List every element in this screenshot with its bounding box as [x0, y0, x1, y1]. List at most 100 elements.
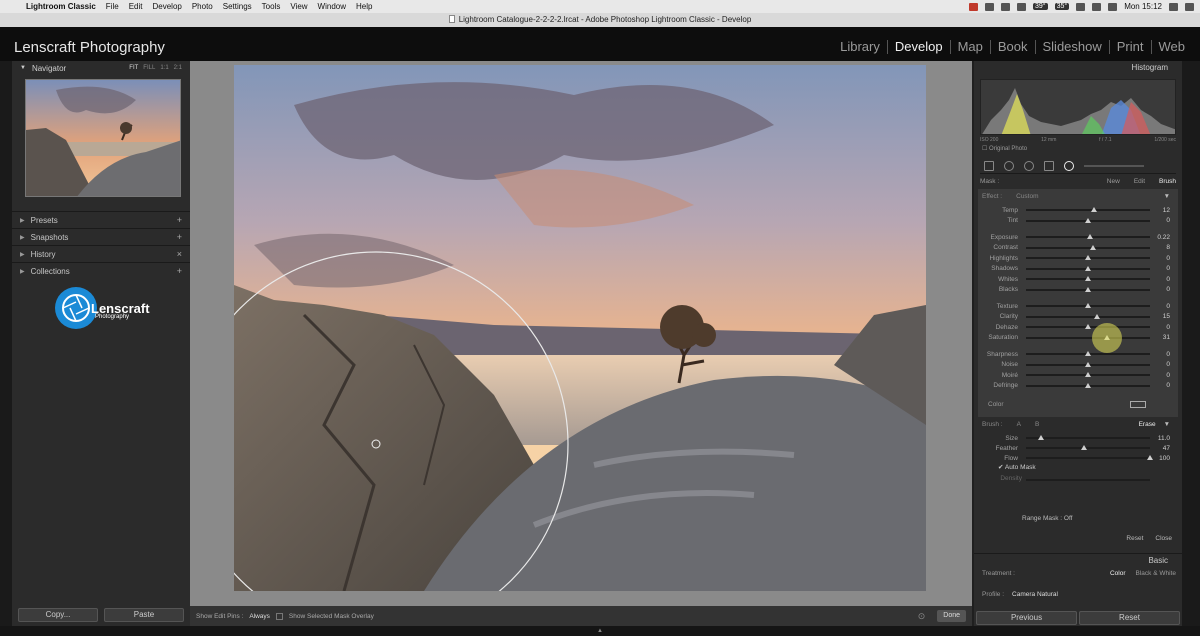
basic-panel-title[interactable]: Basic: [974, 553, 1182, 567]
expand-triangle-icon[interactable]: ▶: [20, 251, 25, 258]
treatment-bw-button[interactable]: Black & White: [1136, 570, 1176, 577]
spot-removal-icon[interactable]: [1004, 160, 1014, 171]
brush-erase-button[interactable]: Erase: [1139, 421, 1156, 428]
status-icon[interactable]: [1017, 2, 1026, 11]
slider-value[interactable]: 47: [1163, 445, 1170, 452]
paste-button[interactable]: Paste: [104, 608, 184, 622]
red-eye-icon[interactable]: [1024, 160, 1034, 171]
brush-tool-icon[interactable]: [1084, 164, 1144, 167]
slider-knob[interactable]: [1085, 276, 1091, 281]
slider-knob[interactable]: [1085, 286, 1091, 292]
add-icon[interactable]: +: [177, 266, 182, 276]
slider-sharpness[interactable]: Sharpness 0: [982, 349, 1170, 359]
disclosure-triangle-icon[interactable]: ▼: [1164, 193, 1170, 200]
slider-knob[interactable]: [1089, 244, 1096, 250]
slider-knob[interactable]: [1085, 372, 1091, 377]
navigator-header[interactable]: ▼ Navigator FIT FILL 1:1 2:1: [12, 61, 190, 75]
cloud-icon[interactable]: [985, 2, 994, 11]
brush-b-button[interactable]: B: [1035, 421, 1039, 428]
search-icon[interactable]: [1169, 2, 1178, 11]
slider-track[interactable]: [1026, 447, 1150, 449]
brush-a-button[interactable]: A: [1017, 421, 1021, 428]
left-panel-edge[interactable]: [0, 61, 12, 636]
clock[interactable]: Mon 15:12: [1124, 2, 1162, 11]
edit-pins-select[interactable]: Always: [249, 613, 270, 620]
slider-value[interactable]: 0: [1166, 286, 1170, 293]
menu-tools[interactable]: Tools: [262, 2, 281, 11]
wifi-icon[interactable]: [1076, 2, 1086, 11]
menu-app-name[interactable]: Lightroom Classic: [26, 2, 96, 11]
menu-file[interactable]: File: [106, 2, 119, 11]
slider-value[interactable]: 100: [1159, 455, 1170, 462]
slider-knob[interactable]: [1085, 382, 1091, 388]
radial-filter-icon[interactable]: [1064, 160, 1074, 171]
slider-value[interactable]: 0.22: [1157, 234, 1170, 241]
slider-track[interactable]: [1026, 437, 1150, 439]
slider-value[interactable]: 0: [1166, 351, 1170, 358]
slider-track[interactable]: [1026, 246, 1150, 249]
collapse-triangle-icon[interactable]: ▼: [20, 65, 26, 71]
slider-moir[interactable]: Moiré 0: [982, 370, 1170, 380]
clear-icon[interactable]: ×: [177, 249, 182, 259]
done-button[interactable]: Done: [937, 610, 966, 622]
list-icon[interactable]: [1185, 2, 1194, 11]
slider-knob[interactable]: [1085, 324, 1091, 329]
copy-button[interactable]: Copy...: [18, 608, 98, 622]
temperature-badge[interactable]: 39°: [1033, 3, 1048, 10]
slider-knob[interactable]: [1037, 435, 1044, 440]
image-canvas[interactable]: [190, 61, 972, 606]
volume-icon[interactable]: [1092, 2, 1102, 11]
slider-value[interactable]: 11.0: [1158, 435, 1170, 442]
expand-triangle-icon[interactable]: ▶: [20, 268, 25, 275]
slider-knob[interactable]: [1085, 265, 1091, 271]
slider-flow[interactable]: Flow 100: [982, 453, 1170, 463]
density-track[interactable]: [1026, 479, 1150, 481]
slider-texture[interactable]: Texture 0: [982, 301, 1170, 311]
expand-triangle-icon[interactable]: ▶: [20, 217, 25, 224]
slider-temp[interactable]: Temp 12: [982, 205, 1170, 215]
slider-knob[interactable]: [1093, 313, 1100, 319]
slider-dehaze[interactable]: Dehaze 0: [982, 322, 1170, 332]
zoom-1-1[interactable]: 1:1: [160, 65, 168, 71]
slider-track[interactable]: [1026, 457, 1150, 459]
histogram-title[interactable]: Histogram: [974, 61, 1182, 75]
slider-size[interactable]: Size 11.0: [982, 433, 1170, 443]
slider-shadows[interactable]: Shadows 0: [982, 264, 1170, 274]
panel-snapshots[interactable]: ▶ Snapshots +: [12, 228, 190, 245]
slider-value[interactable]: 0: [1166, 324, 1170, 331]
landscape-photo[interactable]: [234, 65, 926, 591]
slider-knob[interactable]: [1091, 207, 1098, 212]
slider-value[interactable]: 0: [1166, 217, 1170, 224]
module-develop[interactable]: Develop: [886, 40, 950, 54]
menu-view[interactable]: View: [290, 2, 307, 11]
range-mask[interactable]: Range Mask : Off: [1022, 515, 1072, 522]
slider-value[interactable]: 0: [1166, 276, 1170, 283]
slider-knob[interactable]: [1087, 234, 1094, 239]
slider-value[interactable]: 15: [1163, 313, 1170, 320]
menu-settings[interactable]: Settings: [223, 2, 252, 11]
module-map[interactable]: Map: [949, 40, 990, 54]
zoom-2-1[interactable]: 2:1: [174, 65, 182, 71]
slider-whites[interactable]: Whites 0: [982, 274, 1170, 284]
slider-value[interactable]: 0: [1166, 255, 1170, 262]
module-print[interactable]: Print: [1108, 40, 1151, 54]
panel-collections[interactable]: ▶ Collections +: [12, 262, 190, 279]
mask-edit-button[interactable]: Edit: [1134, 178, 1145, 185]
status-icon[interactable]: [1001, 2, 1010, 11]
slider-value[interactable]: 0: [1166, 372, 1170, 379]
menu-help[interactable]: Help: [356, 2, 372, 11]
temperature-badge[interactable]: 35°: [1054, 3, 1070, 10]
slider-tint[interactable]: Tint 0: [982, 216, 1170, 226]
original-photo[interactable]: ☐ Original Photo: [982, 145, 1174, 152]
module-book[interactable]: Book: [989, 40, 1035, 54]
disclosure-triangle-icon[interactable]: ▼: [1164, 421, 1170, 428]
previous-button[interactable]: Previous: [976, 611, 1077, 625]
slider-value[interactable]: 12: [1163, 207, 1170, 214]
slider-feather[interactable]: Feather 47: [982, 443, 1170, 453]
slider-track[interactable]: [1026, 315, 1150, 318]
menu-photo[interactable]: Photo: [192, 2, 213, 11]
slider-track[interactable]: [1026, 209, 1150, 211]
add-icon[interactable]: +: [177, 215, 182, 225]
slider-saturation[interactable]: Saturation 31: [982, 322, 1170, 353]
panel-presets[interactable]: ▶ Presets +: [12, 211, 190, 228]
